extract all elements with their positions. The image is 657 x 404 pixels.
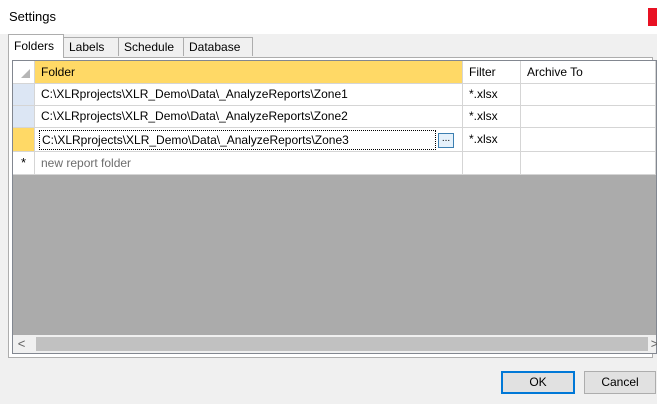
title-bar: Settings bbox=[0, 0, 657, 34]
grid-empty-area bbox=[13, 175, 656, 335]
select-all-icon bbox=[21, 69, 30, 78]
archive-to-cell[interactable] bbox=[521, 106, 656, 128]
archive-to-cell[interactable] bbox=[521, 152, 656, 175]
column-header-filter[interactable]: Filter bbox=[463, 61, 521, 84]
row-header[interactable] bbox=[13, 106, 35, 128]
scroll-left-icon[interactable]: < bbox=[13, 335, 30, 353]
horizontal-scrollbar[interactable]: < > bbox=[13, 335, 657, 353]
archive-to-cell[interactable] bbox=[521, 128, 656, 152]
scroll-right-icon[interactable]: > bbox=[646, 335, 657, 353]
filter-cell[interactable]: *.xlsx bbox=[463, 106, 521, 128]
archive-to-cell[interactable] bbox=[521, 84, 656, 106]
new-report-folder-placeholder[interactable]: new report folder bbox=[35, 152, 463, 175]
tab-folders[interactable]: Folders bbox=[8, 34, 64, 58]
scrollbar-thumb[interactable] bbox=[36, 337, 648, 351]
folders-grid[interactable]: Folder Filter Archive To C:\XLRprojects\… bbox=[12, 60, 657, 354]
tab-schedule[interactable]: Schedule bbox=[118, 37, 184, 56]
browse-folder-button[interactable]: ... bbox=[438, 133, 454, 148]
folder-cell[interactable]: C:\XLRprojects\XLR_Demo\Data\_AnalyzeRep… bbox=[35, 84, 463, 106]
filter-cell[interactable]: *.xlsx bbox=[463, 128, 521, 152]
column-header-folder[interactable]: Folder bbox=[35, 61, 463, 84]
filter-cell[interactable] bbox=[463, 152, 521, 175]
window-title: Settings bbox=[9, 9, 56, 24]
current-row-header[interactable] bbox=[13, 128, 35, 152]
folder-cell-editor[interactable]: C:\XLRprojects\XLR_Demo\Data\_AnalyzeRep… bbox=[39, 130, 436, 150]
tab-labels[interactable]: Labels bbox=[63, 37, 119, 56]
folder-cell[interactable]: C:\XLRprojects\XLR_Demo\Data\_AnalyzeRep… bbox=[35, 106, 463, 128]
column-header-archive-to[interactable]: Archive To bbox=[521, 61, 656, 84]
filter-cell[interactable]: *.xlsx bbox=[463, 84, 521, 106]
grid-corner-header[interactable] bbox=[13, 61, 35, 84]
cancel-button[interactable]: Cancel bbox=[584, 371, 656, 394]
new-row-icon[interactable]: * bbox=[13, 152, 35, 175]
close-button[interactable] bbox=[648, 8, 657, 26]
tab-database[interactable]: Database bbox=[183, 37, 253, 56]
row-header[interactable] bbox=[13, 84, 35, 106]
ok-button[interactable]: OK bbox=[501, 371, 575, 394]
tab-strip: Folders Labels Schedule Database bbox=[8, 34, 653, 58]
